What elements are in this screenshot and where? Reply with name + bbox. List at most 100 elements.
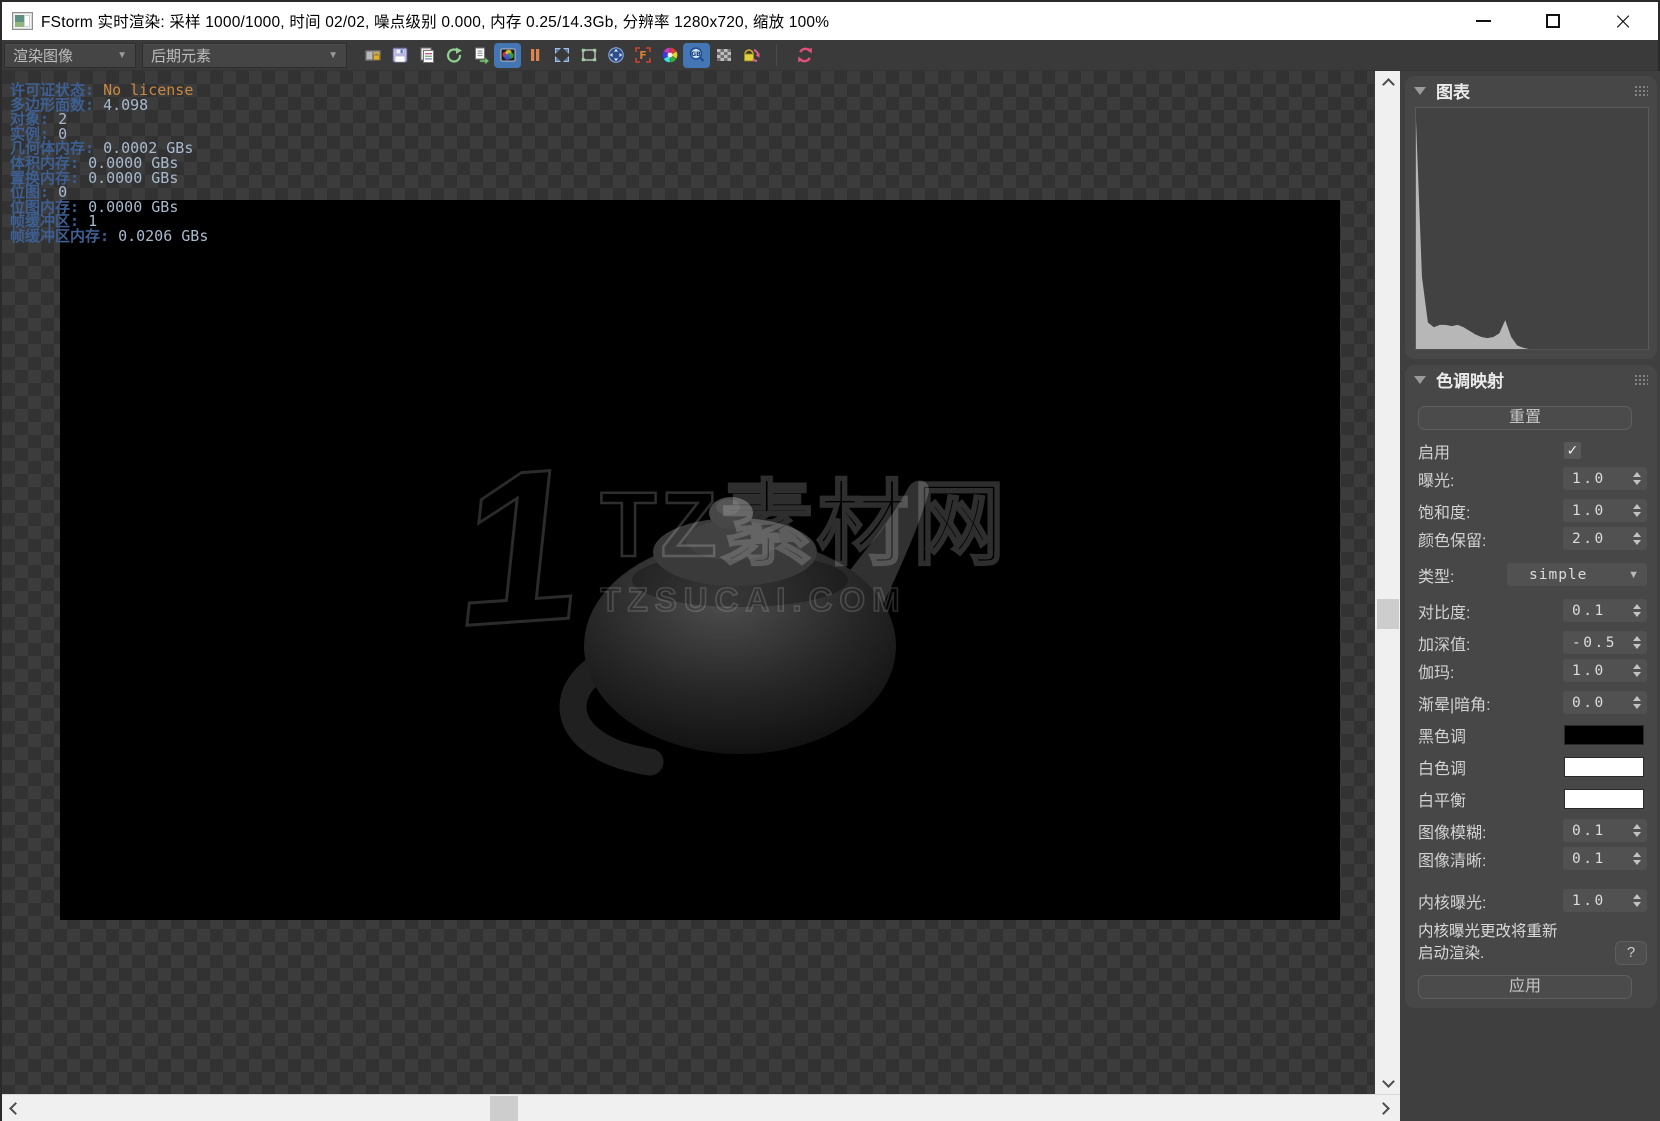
white-balance-swatch[interactable] bbox=[1564, 788, 1644, 809]
watermark-logo: 1 bbox=[447, 420, 597, 674]
black-tone-label: 黑色调 bbox=[1418, 728, 1467, 746]
tonemap-section-header[interactable]: 色调映射 bbox=[1405, 365, 1657, 394]
color-preserve-label: 颜色保留: bbox=[1418, 532, 1487, 550]
region-render-icon bbox=[581, 48, 596, 62]
lock-render-icon bbox=[364, 49, 381, 62]
lock-render-button[interactable] bbox=[359, 43, 386, 68]
kernel-exposure-label: 内核曝光: bbox=[1418, 894, 1487, 912]
scroll-right-button[interactable] bbox=[1370, 1095, 1396, 1121]
lock-refresh-icon bbox=[743, 49, 760, 62]
horizontal-scroll-thumb[interactable] bbox=[490, 1096, 518, 1121]
minimize-button[interactable] bbox=[1448, 2, 1518, 40]
app-icon bbox=[12, 12, 33, 30]
enable-checkbox[interactable]: ✓ bbox=[1564, 442, 1581, 459]
save-button[interactable] bbox=[386, 43, 413, 68]
clone-buffer-icon bbox=[474, 47, 489, 64]
gamma-row: 伽玛: 1.0 bbox=[1418, 659, 1647, 682]
type-row: 类型: simple ▼ bbox=[1418, 563, 1647, 586]
frame-f-button[interactable]: F bbox=[629, 43, 656, 68]
panorama-button[interactable] bbox=[602, 43, 629, 68]
spinner[interactable] bbox=[1629, 631, 1645, 654]
vertical-scroll-thumb[interactable] bbox=[1377, 599, 1399, 629]
fit-view-icon bbox=[554, 48, 569, 62]
watermark: 1 TZ素材网 TZSUCAI.COM bbox=[60, 200, 1340, 920]
color-wheel-button[interactable] bbox=[656, 43, 683, 68]
spinner[interactable] bbox=[1629, 819, 1645, 842]
image-blur-field[interactable]: 0.1 bbox=[1563, 819, 1647, 842]
horizontal-scrollbar[interactable] bbox=[2, 1094, 1400, 1121]
region-render-button[interactable] bbox=[575, 43, 602, 68]
help-button[interactable]: ? bbox=[1615, 941, 1647, 965]
spinner[interactable] bbox=[1629, 499, 1645, 522]
enable-label: 启用 bbox=[1418, 444, 1451, 462]
color-preserve-field[interactable]: 2.0 bbox=[1563, 527, 1647, 550]
side-panel: 图表 色调映射 重置 启用 ✓ 曝光: 1.0 饱和度: 1.0 颜色保留: 2… bbox=[1400, 71, 1660, 1121]
histogram-area bbox=[1416, 120, 1648, 349]
spinner[interactable] bbox=[1629, 847, 1645, 870]
vignette-row: 渐晕|暗角: 0.0 bbox=[1418, 691, 1647, 714]
save-icon bbox=[392, 47, 407, 63]
contrast-row: 对比度: 0.1 bbox=[1418, 599, 1647, 622]
exposure-field[interactable]: 1.0 bbox=[1563, 467, 1647, 490]
refresh-render-icon bbox=[797, 47, 812, 63]
image-sharpen-field[interactable]: 0.1 bbox=[1563, 847, 1647, 870]
chart-section-header[interactable]: 图表 bbox=[1405, 76, 1657, 105]
gamma-field[interactable]: 1.0 bbox=[1563, 659, 1647, 682]
saturation-field[interactable]: 1.0 bbox=[1563, 499, 1647, 522]
spinner[interactable] bbox=[1629, 527, 1645, 550]
kernel-exposure-field[interactable]: 1.0 bbox=[1563, 889, 1647, 912]
close-button[interactable]: × bbox=[1588, 2, 1658, 40]
color-correction-button[interactable] bbox=[494, 42, 521, 68]
fit-view-button[interactable] bbox=[548, 43, 575, 68]
spinner[interactable] bbox=[1629, 691, 1645, 714]
image-sharpen-label: 图像清晰: bbox=[1418, 852, 1487, 870]
saturation-row: 饱和度: 1.0 bbox=[1418, 499, 1647, 522]
svg-text:F: F bbox=[639, 49, 647, 62]
type-dropdown[interactable]: simple ▼ bbox=[1507, 563, 1647, 586]
stats-line: 帧缓冲区内存: 0.0206 GBs bbox=[10, 226, 209, 245]
white-tone-swatch[interactable] bbox=[1564, 756, 1644, 777]
render-image-dropdown[interactable]: 渲染图像 ▼ bbox=[4, 42, 136, 68]
render-viewport[interactable]: 1 TZ素材网 TZSUCAI.COM 许可证状态: No license 多边形… bbox=[2, 71, 1374, 1094]
chevron-down-icon: ▼ bbox=[328, 49, 338, 61]
scroll-down-button[interactable] bbox=[1375, 1068, 1401, 1094]
image-blur-label: 图像模糊: bbox=[1418, 824, 1487, 842]
exposure-label: 曝光: bbox=[1418, 472, 1455, 490]
copy-image-icon bbox=[420, 47, 434, 63]
maximize-button[interactable] bbox=[1518, 2, 1588, 40]
spinner[interactable] bbox=[1629, 467, 1645, 490]
post-elements-dropdown[interactable]: 后期元素 ▼ bbox=[142, 42, 347, 68]
spinner[interactable] bbox=[1629, 599, 1645, 622]
contrast-field[interactable]: 0.1 bbox=[1563, 599, 1647, 622]
spinner[interactable] bbox=[1629, 659, 1645, 682]
watermark-brand: TZ素材网 bbox=[599, 473, 1009, 576]
apply-button[interactable]: 应用 bbox=[1418, 975, 1632, 999]
clone-buffer-button[interactable] bbox=[467, 43, 494, 68]
refresh-render-button[interactable] bbox=[791, 43, 818, 68]
copy-image-button[interactable] bbox=[413, 43, 440, 68]
reset-button[interactable]: 重置 bbox=[1418, 406, 1632, 430]
render-stats: 许可证状态: No license 多边形面数: 4.098 对象: 2 实例: 0几… bbox=[10, 83, 208, 244]
minimize-icon bbox=[1475, 20, 1491, 22]
pause-button[interactable] bbox=[521, 43, 548, 68]
burn-field[interactable]: -0.5 bbox=[1563, 631, 1647, 654]
drag-grip-icon bbox=[1634, 374, 1648, 385]
lock-refresh-button[interactable] bbox=[737, 43, 764, 68]
redo-history-button[interactable] bbox=[440, 43, 467, 68]
window-title: FStorm 实时渲染: 采样 1000/1000, 时间 02/02, 噪点级… bbox=[41, 14, 830, 31]
alpha-checker-button[interactable] bbox=[710, 43, 737, 68]
burn-row: 加深值: -0.5 bbox=[1418, 631, 1647, 654]
drag-grip-icon bbox=[1634, 85, 1648, 96]
zoom-gb-button[interactable]: GB bbox=[683, 42, 710, 68]
scroll-left-button[interactable] bbox=[2, 1095, 28, 1121]
vertical-scrollbar[interactable] bbox=[1374, 71, 1400, 1094]
kernel-note: 内核曝光更改将重新 启动渲染. ? bbox=[1418, 921, 1647, 965]
vignette-label: 渐晕|暗角: bbox=[1418, 696, 1491, 714]
maximize-icon bbox=[1546, 14, 1560, 28]
color-preserve-row: 颜色保留: 2.0 bbox=[1418, 527, 1647, 550]
vignette-field[interactable]: 0.0 bbox=[1563, 691, 1647, 714]
white-balance-label: 白平衡 bbox=[1418, 792, 1467, 810]
spinner[interactable] bbox=[1629, 889, 1645, 912]
black-tone-swatch[interactable] bbox=[1564, 724, 1644, 745]
scroll-up-button[interactable] bbox=[1375, 71, 1401, 97]
